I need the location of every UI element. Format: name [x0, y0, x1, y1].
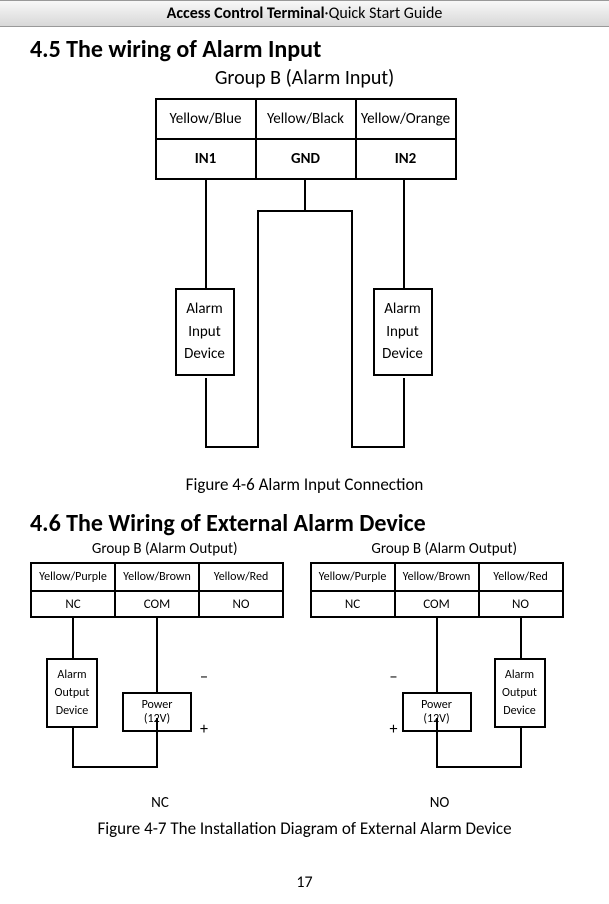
pin-color-3: Yellow/Orange [356, 99, 456, 139]
diagram-tag-nc: NC [30, 794, 290, 812]
section-4-6-heading: 4.6 The Wiring of External Alarm Device [30, 509, 579, 538]
wire [351, 446, 405, 448]
minus-sign: − [200, 668, 208, 687]
wire [304, 180, 306, 210]
alarm-output-device-right: Alarm Output Device [494, 658, 546, 728]
pin-label: NC [311, 591, 395, 617]
pin-color: Yellow/Brown [395, 563, 479, 591]
wire [436, 618, 438, 692]
wire [351, 210, 353, 448]
pin-color: Yellow/Purple [31, 563, 115, 591]
wire [205, 378, 207, 448]
alarm-output-device-left: Alarm Output Device [46, 658, 98, 728]
page-header: Access Control Terminal·Quick Start Guid… [0, 0, 609, 27]
wire [205, 446, 259, 448]
pin-label: COM [395, 591, 479, 617]
wire [156, 718, 158, 768]
wire [205, 180, 207, 288]
pin-color: Yellow/Red [479, 563, 563, 591]
pin-color: Yellow/Red [199, 563, 283, 591]
header-title-rest: Quick Start Guide [329, 4, 443, 23]
wire [436, 766, 522, 768]
alarm-input-device-2: Alarm Input Device [373, 288, 433, 376]
section-4-5-heading: 4.5 The wiring of Alarm Input [30, 35, 579, 64]
plus-sign: + [390, 720, 398, 739]
wire [257, 210, 259, 448]
pin-label-2: GND [256, 139, 356, 179]
minus-sign: − [390, 668, 398, 687]
diagram2-right-title: Group B (Alarm Output) [310, 540, 580, 558]
wire [257, 210, 353, 212]
diagram-tag-no: NO [310, 794, 570, 812]
pin-color-2: Yellow/Black [256, 99, 356, 139]
pin-color: Yellow/Brown [115, 563, 199, 591]
alarm-input-device-1: Alarm Input Device [175, 288, 235, 376]
diagram1-title: Group B (Alarm Input) [30, 66, 579, 90]
pin-label: NO [479, 591, 563, 617]
pin-label: NC [31, 591, 115, 617]
wire [72, 618, 74, 658]
alarm-output-diagram-nc: Yellow/Purple Yellow/Brown Yellow/Red NC… [30, 562, 290, 812]
wire [436, 718, 438, 768]
pin-label: COM [115, 591, 199, 617]
wire [72, 728, 74, 768]
plus-sign: + [200, 720, 208, 739]
wire [520, 618, 522, 658]
diagram2-left-title: Group B (Alarm Output) [30, 540, 300, 558]
page-number: 17 [0, 873, 609, 892]
wire [403, 378, 405, 448]
pin-table-output-left: Yellow/Purple Yellow/Brown Yellow/Red NC… [30, 562, 284, 618]
pin-label-3: IN2 [356, 139, 456, 179]
alarm-input-diagram: Yellow/Blue Yellow/Black Yellow/Orange I… [145, 98, 465, 468]
pin-color-1: Yellow/Blue [156, 99, 256, 139]
wire [72, 766, 158, 768]
figure-4-7-caption: Figure 4-7 The Installation Diagram of E… [30, 818, 579, 839]
pin-color: Yellow/Purple [311, 563, 395, 591]
alarm-output-diagram-no: Yellow/Purple Yellow/Brown Yellow/Red NC… [310, 562, 570, 812]
pin-label: NO [199, 591, 283, 617]
wire [520, 728, 522, 768]
figure-4-6-caption: Figure 4-6 Alarm Input Connection [30, 474, 579, 495]
pin-label-1: IN1 [156, 139, 256, 179]
pin-table-input: Yellow/Blue Yellow/Black Yellow/Orange I… [155, 98, 457, 180]
wire [403, 180, 405, 288]
pin-table-output-right: Yellow/Purple Yellow/Brown Yellow/Red NC… [310, 562, 564, 618]
header-title-bold: Access Control Terminal [167, 4, 325, 23]
